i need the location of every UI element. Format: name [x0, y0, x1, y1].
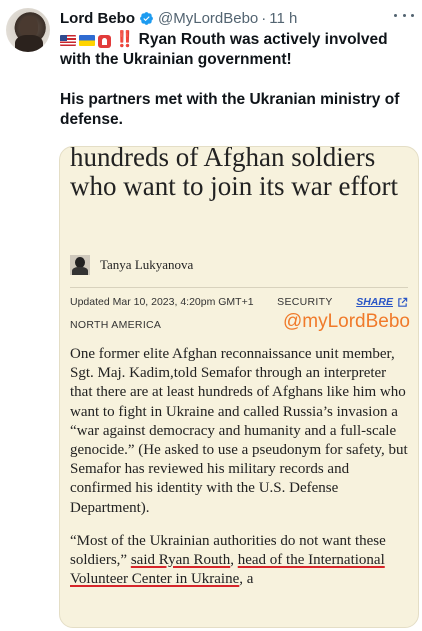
- ukraine-flag-icon: [79, 35, 95, 46]
- article-region: NORTH AMERICA: [70, 319, 162, 331]
- separator-dot: ·: [261, 9, 267, 27]
- article-updated: Updated Mar 10, 2023, 4:20pm GMT+1: [70, 296, 254, 308]
- article-screenshot-card[interactable]: hundreds of Afghan soldiers who want to …: [59, 146, 419, 628]
- article-headline: hundreds of Afghan soldiers who want to …: [70, 146, 398, 201]
- share-label: SHARE: [356, 296, 393, 308]
- siren-icon: [98, 35, 111, 48]
- author-name[interactable]: Lord Bebo: [60, 10, 135, 27]
- article-section: SECURITY: [277, 296, 333, 308]
- article-paragraph-1: One former elite Afghan reconnaissance u…: [70, 346, 408, 516]
- share-link: SHARE: [356, 296, 408, 308]
- underlined-said-ryan-routh: said Ryan Routh: [130, 552, 231, 569]
- article-author-row: Tanya Lukyanova: [70, 255, 193, 275]
- post-text-line2: His partners met with the Ukranian minis…: [60, 91, 400, 128]
- post-time[interactable]: 11 h: [269, 10, 297, 27]
- share-external-icon: [398, 297, 408, 307]
- more-options-icon[interactable]: [394, 8, 414, 22]
- paragraph-2-end: , a: [239, 571, 254, 588]
- watermark: @myLordBebo: [282, 311, 410, 332]
- article-author: Tanya Lukyanova: [100, 257, 194, 272]
- verified-badge-icon: [139, 11, 154, 26]
- divider: [70, 287, 408, 288]
- article-paragraph-2: “Most of the Ukrainian authorities do no…: [70, 532, 410, 590]
- post-text: ‼️ Ryan Routh was actively involved with…: [60, 30, 415, 130]
- article-meta: Updated Mar 10, 2023, 4:20pm GMT+1 SECUR…: [70, 296, 408, 308]
- article-body: One former elite Afghan reconnaissance u…: [70, 345, 410, 589]
- double-exclamation-icon: ‼️: [115, 31, 135, 48]
- author-photo: [70, 255, 90, 275]
- us-flag-icon: [60, 35, 76, 46]
- author-handle[interactable]: @MyLordBebo: [158, 10, 258, 27]
- post-header: Lord Bebo @MyLordBebo · 11 h: [60, 8, 412, 28]
- paragraph-2-comma: ,: [230, 552, 238, 569]
- author-avatar[interactable]: [6, 8, 50, 52]
